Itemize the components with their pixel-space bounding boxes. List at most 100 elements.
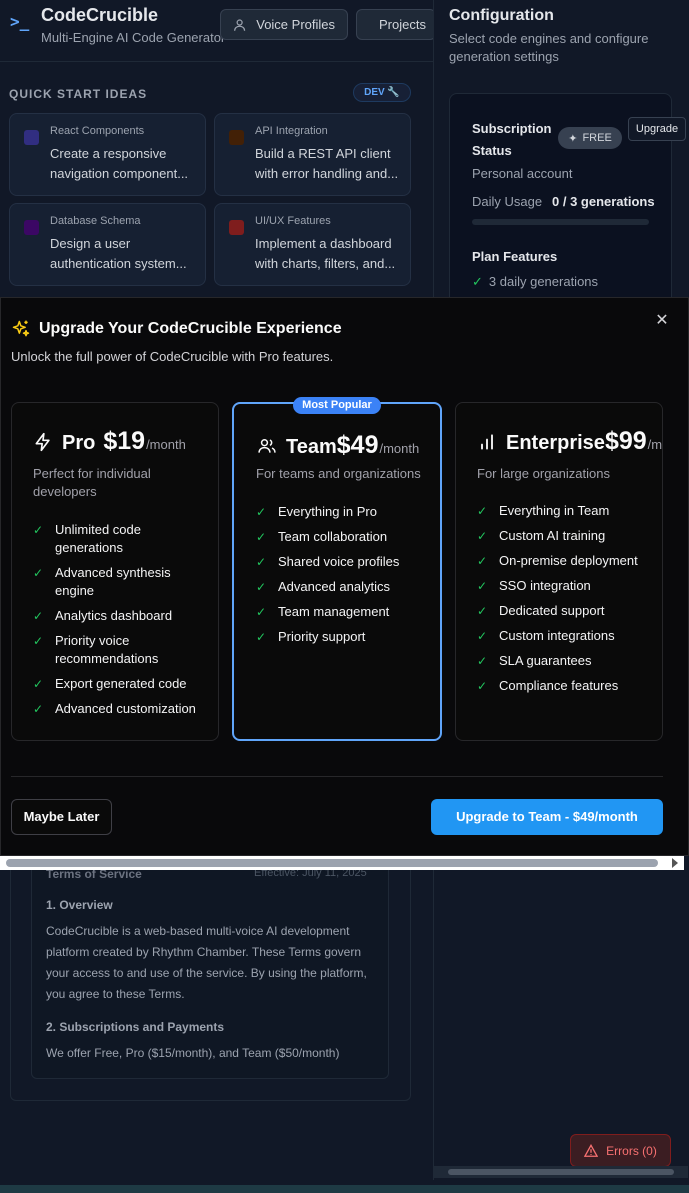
projects-label: Projects: [379, 17, 426, 32]
most-popular-badge: Most Popular: [293, 397, 381, 414]
terms-heading-subscriptions: 2. Subscriptions and Payments: [46, 1020, 225, 1034]
plan-feature-label: Shared voice profiles: [278, 554, 400, 569]
plan-feature-label: Unlimited code generations: [55, 522, 141, 555]
plan-feature-item: ✓ 3 daily generations: [472, 274, 598, 290]
user-icon: [234, 18, 246, 31]
plan-feature-list: ✓ Unlimited code generations ✓ Advanced syn…: [33, 521, 200, 725]
check-icon: ✓: [477, 554, 488, 568]
card-category: UI/UX Features: [255, 215, 331, 227]
usage-progress-bar: [472, 219, 649, 225]
quick-start-card[interactable]: React Components Create a responsive nav…: [9, 113, 206, 196]
plan-feature-item: ✓ Everything in Team: [477, 502, 644, 520]
upgrade-to-team-button[interactable]: Upgrade to Team - $49/month: [431, 799, 663, 835]
plan-card-enterprise[interactable]: Enterprise $99 /month For large organiza…: [455, 402, 663, 741]
card-description: Build a REST API client with error handl…: [255, 146, 399, 181]
plan-feature-item: ✓ Compliance features: [477, 677, 644, 695]
plan-price: $19: [103, 427, 146, 455]
upgrade-modal: Upgrade Your CodeCrucible Experience Unl…: [0, 297, 689, 856]
plan-description: For large organizations: [477, 466, 610, 481]
terms-paragraph-overview: CodeCrucible is a web-based multi-voice …: [46, 924, 367, 1001]
free-label: FREE: [582, 132, 612, 144]
upgrade-button[interactable]: Upgrade: [628, 117, 686, 141]
projects-button[interactable]: Projects: [356, 9, 436, 40]
modal-divider: [11, 776, 663, 777]
plan-name: Enterprise: [506, 432, 605, 454]
close-icon[interactable]: ✕: [653, 312, 671, 330]
plan-feature-item: ✓ Advanced synthesis engine: [33, 564, 200, 600]
plan-feature-item: ✓ Custom integrations: [477, 627, 644, 645]
plan-feature-item: ✓ Everything in Pro: [256, 503, 423, 521]
plan-feature-label: SLA guarantees: [499, 653, 592, 668]
plan-feature-item: ✓ Priority support: [256, 628, 423, 646]
card-category: Database Schema: [50, 215, 141, 227]
errors-label: Errors (0): [606, 1143, 657, 1158]
check-icon: ✓: [33, 566, 44, 580]
scrollbar-thumb[interactable]: [6, 859, 658, 867]
quick-start-title: QUICK START IDEAS: [9, 87, 148, 101]
plan-feature-item: ✓ Dedicated support: [477, 602, 644, 620]
plan-feature-item: ✓ Export generated code: [33, 675, 200, 693]
plan-feature-label: Everything in Pro: [278, 504, 377, 519]
quick-start-card[interactable]: UI/UX Features Implement a dashboard wit…: [214, 203, 411, 286]
lightning-icon: [35, 432, 50, 451]
plan-feature-label: Team collaboration: [278, 529, 388, 544]
plan-feature-label: SSO integration: [499, 578, 591, 593]
plan-period: /month: [647, 437, 663, 452]
plan-description: Perfect for individual developers: [33, 466, 151, 499]
plan-feature-label: Advanced synthesis engine: [55, 565, 171, 598]
atom-icon: [24, 130, 39, 145]
plan-feature-label: Custom integrations: [499, 628, 615, 643]
usage-label: Daily Usage: [472, 194, 543, 209]
plan-feature-item: ✓ SSO integration: [477, 577, 644, 595]
errors-button[interactable]: Errors (0): [570, 1134, 671, 1167]
subscription-title: Subscription Status: [472, 121, 552, 158]
plan-feature-label: Priority voice recommendations: [55, 633, 159, 666]
check-icon: ✓: [256, 580, 267, 594]
check-icon: ✓: [256, 605, 267, 619]
plan-feature-item: ✓ Team management: [256, 603, 423, 621]
card-category: React Components: [50, 125, 145, 137]
card-category: API Integration: [255, 125, 328, 137]
check-icon: ✓: [256, 505, 267, 519]
free-badge: ✦ FREE: [558, 127, 622, 149]
config-horizontal-scrollbar[interactable]: [434, 1166, 688, 1178]
app-subtitle: Multi-Engine AI Code Generator: [41, 30, 226, 45]
plan-card-team[interactable]: Team $49 /month For teams and organizati…: [232, 402, 442, 741]
check-icon: ✓: [472, 274, 483, 289]
check-icon: ✓: [256, 630, 267, 644]
plan-features-title: Plan Features: [472, 249, 558, 264]
config-title: Configuration: [449, 7, 554, 24]
plan-name: Pro: [62, 432, 96, 454]
scrollbar-thumb[interactable]: [448, 1169, 674, 1175]
plug-icon: [229, 130, 244, 145]
scroll-right-arrow-icon[interactable]: [672, 858, 678, 868]
card-description: Create a responsive navigation component…: [50, 146, 189, 181]
warning-icon: [584, 1143, 599, 1157]
card-description: Design a user authentication system...: [50, 236, 187, 271]
plan-name: Team: [286, 436, 337, 458]
plan-description: For teams and organizations: [256, 466, 421, 481]
maybe-later-button[interactable]: Maybe Later: [11, 799, 112, 835]
users-icon: [258, 438, 276, 453]
check-icon: ✓: [33, 634, 44, 648]
account-type: Personal account: [472, 166, 573, 181]
bottom-strip: [0, 1185, 689, 1193]
modal-horizontal-scrollbar[interactable]: [0, 856, 684, 870]
modal-subtitle: Unlock the full power of CodeCrucible wi…: [11, 349, 334, 364]
check-icon: ✓: [477, 679, 488, 693]
plan-price: $99: [604, 427, 647, 455]
check-icon: ✓: [477, 504, 488, 518]
dev-badge[interactable]: DEV 🔧: [353, 83, 411, 102]
check-icon: ✓: [33, 609, 44, 623]
app-header: >_ CodeCrucible Multi-Engine AI Code Gen…: [0, 0, 436, 62]
plan-feature-item: ✓ Analytics dashboard: [33, 607, 200, 625]
plan-feature-label: Custom AI training: [499, 528, 606, 543]
check-icon: ✓: [477, 529, 488, 543]
plan-header: Enterprise $99 /month: [477, 427, 663, 456]
quick-start-card[interactable]: Database Schema Design a user authentica…: [9, 203, 206, 286]
plan-period: /month: [146, 437, 186, 452]
terms-paragraph-subscriptions: We offer Free, Pro ($15/month), and Team…: [46, 1046, 340, 1060]
plan-card-pro[interactable]: Pro $19 /month Perfect for individual de…: [11, 402, 219, 741]
quick-start-card[interactable]: API Integration Build a REST API client …: [214, 113, 411, 196]
voice-profiles-button[interactable]: Voice Profiles: [220, 9, 348, 40]
